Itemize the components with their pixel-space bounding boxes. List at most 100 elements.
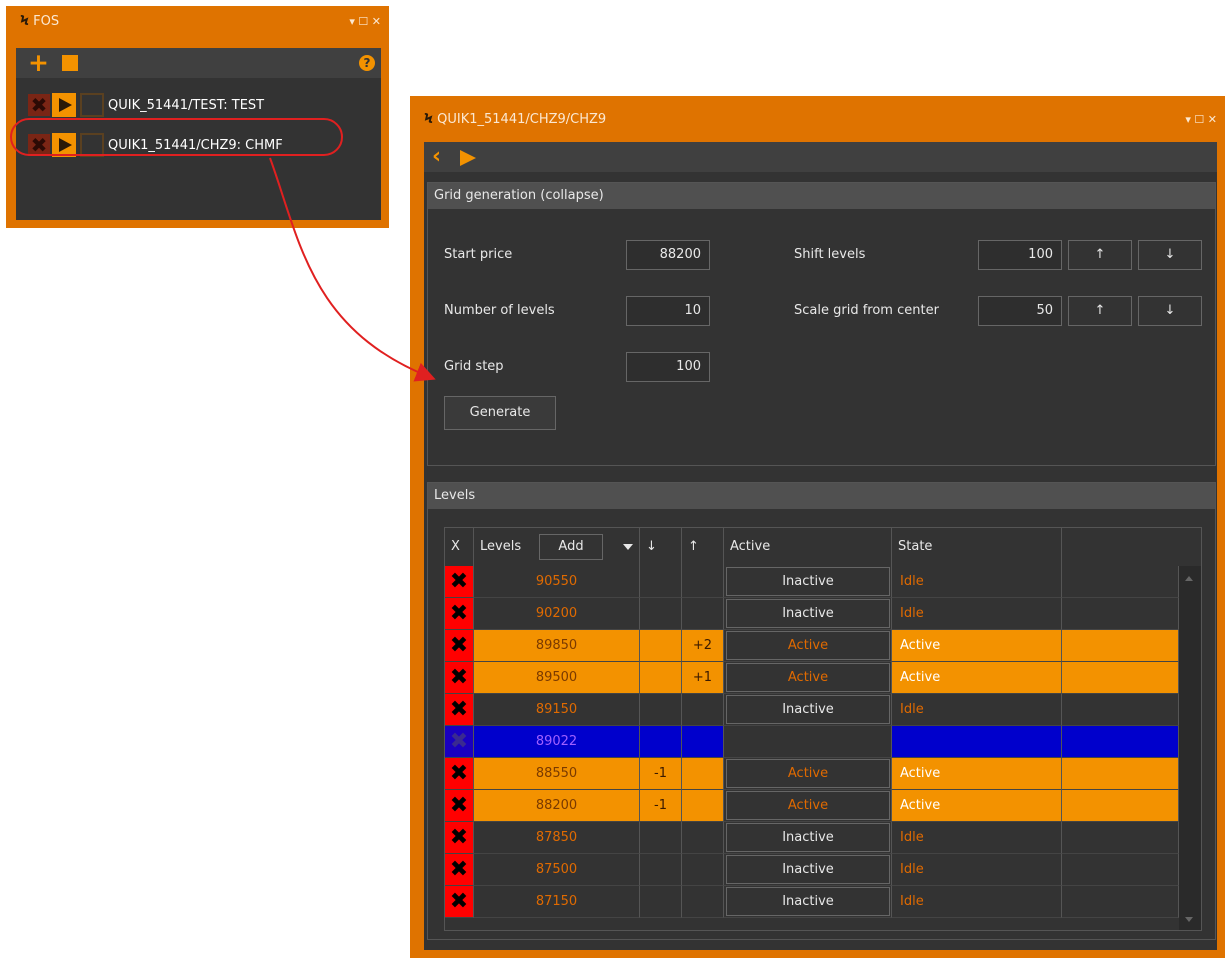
window-controls[interactable]: ▾ ☐ ✕ (1185, 113, 1217, 126)
scroll-up-icon[interactable] (1185, 576, 1193, 581)
level-price[interactable]: 88550 (474, 758, 640, 790)
toggle-active-button[interactable]: Inactive (726, 855, 890, 884)
delete-level-icon[interactable]: ✖ (445, 886, 474, 918)
shift-up-button[interactable]: ↑ (1068, 240, 1132, 270)
chevron-left-icon[interactable]: ‹ (432, 145, 441, 169)
level-state: Idle (892, 822, 1062, 854)
level-price[interactable]: 87150 (474, 886, 640, 918)
level-state: Idle (892, 598, 1062, 630)
toggle-active-button[interactable]: Inactive (726, 887, 890, 916)
level-price[interactable]: 89500 (474, 662, 640, 694)
toggle-active-button[interactable]: Inactive (726, 823, 890, 852)
table-row[interactable]: ✖ 87150 Inactive Idle (445, 886, 1179, 918)
toggle-active-button[interactable]: Active (726, 791, 890, 820)
start-price-label: Start price (444, 247, 513, 262)
table-row[interactable]: ✖ 89022 (445, 726, 1179, 758)
level-up-offset (682, 758, 724, 790)
help-icon[interactable]: ? (359, 55, 375, 71)
levels-header[interactable]: Levels (428, 483, 1215, 509)
level-extra (1062, 694, 1179, 726)
level-extra (1062, 662, 1179, 694)
table-row[interactable]: ✖ 89150 Inactive Idle (445, 694, 1179, 726)
chevron-down-icon[interactable] (623, 544, 633, 550)
level-price[interactable]: 90550 (474, 566, 640, 598)
scroll-down-icon[interactable] (1185, 917, 1193, 922)
delete-level-icon[interactable]: ✖ (445, 694, 474, 726)
level-price[interactable]: 88200 (474, 790, 640, 822)
level-state: Idle (892, 566, 1062, 598)
strategy-window-title: QUIK1_51441/CHZ9/CHZ9 (437, 111, 607, 127)
level-down-offset (640, 854, 682, 886)
level-price[interactable]: 89150 (474, 694, 640, 726)
toggle-active-button[interactable]: Active (726, 663, 890, 692)
toggle-active-button[interactable]: Active (726, 631, 890, 660)
level-price[interactable]: 89022 (474, 726, 640, 758)
level-active-cell (724, 726, 892, 758)
selected-strategy-highlight (10, 118, 343, 156)
stop-icon[interactable] (62, 55, 78, 71)
level-active-cell: Inactive (724, 854, 892, 886)
scale-down-button[interactable]: ↓ (1138, 296, 1202, 326)
window-controls[interactable]: ▾ ☐ ✕ (349, 15, 381, 28)
strategy-title-bar[interactable]: Ϟ QUIK1_51441/CHZ9/CHZ9 ▾ ☐ ✕ (410, 96, 1225, 142)
grid-generation-header[interactable]: Grid generation (collapse) (428, 183, 1215, 209)
delete-level-icon[interactable]: ✖ (445, 566, 474, 598)
table-row[interactable]: ✖ 90200 Inactive Idle (445, 598, 1179, 630)
add-level-button[interactable]: Add (539, 534, 603, 560)
col-active[interactable]: Active (724, 528, 892, 566)
toggle-active-button[interactable]: Inactive (726, 567, 890, 596)
col-up[interactable]: ↑ (682, 528, 724, 566)
generate-button[interactable]: Generate (444, 396, 556, 430)
shift-levels-input[interactable]: 100 (978, 240, 1062, 270)
delete-level-icon[interactable]: ✖ (445, 598, 474, 630)
delete-level-icon[interactable]: ✖ (445, 758, 474, 790)
table-row[interactable]: ✖ 88550 -1 Active Active (445, 758, 1179, 790)
grid-generation-panel: Grid generation (collapse) Start price 8… (427, 182, 1216, 466)
levels-table: X Levels Add ↓ ↑ Active State ✖ 90550 Inac… (444, 527, 1202, 931)
delete-level-icon[interactable]: ✖ (445, 726, 474, 758)
level-price[interactable]: 90200 (474, 598, 640, 630)
scale-up-button[interactable]: ↑ (1068, 296, 1132, 326)
delete-level-icon[interactable]: ✖ (445, 854, 474, 886)
strategy-row[interactable]: ✖ QUIK_51441/TEST: TEST (28, 92, 264, 118)
level-extra (1062, 854, 1179, 886)
shift-down-button[interactable]: ↓ (1138, 240, 1202, 270)
table-row[interactable]: ✖ 87500 Inactive Idle (445, 854, 1179, 886)
delete-level-icon[interactable]: ✖ (445, 662, 474, 694)
level-active-cell: Active (724, 758, 892, 790)
levels-scrollbar[interactable] (1179, 566, 1201, 930)
toggle-active-button[interactable]: Inactive (726, 695, 890, 724)
table-row[interactable]: ✖ 88200 -1 Active Active (445, 790, 1179, 822)
level-state: Idle (892, 694, 1062, 726)
delete-level-icon[interactable]: ✖ (445, 822, 474, 854)
level-up-offset (682, 854, 724, 886)
table-row[interactable]: ✖ 89500 +1 Active Active (445, 662, 1179, 694)
level-state: Idle (892, 854, 1062, 886)
level-price[interactable]: 87850 (474, 822, 640, 854)
table-row[interactable]: ✖ 90550 Inactive Idle (445, 566, 1179, 598)
strategy-checkbox[interactable] (80, 93, 104, 117)
col-delete[interactable]: X (445, 528, 474, 566)
number-of-levels-input[interactable]: 10 (626, 296, 710, 326)
level-down-offset: -1 (640, 790, 682, 822)
grid-step-input[interactable]: 100 (626, 352, 710, 382)
strategy-icon: Ϟ (424, 111, 433, 127)
table-row[interactable]: ✖ 89850 +2 Active Active (445, 630, 1179, 662)
level-price[interactable]: 87500 (474, 854, 640, 886)
delete-level-icon[interactable]: ✖ (445, 790, 474, 822)
fos-title-bar[interactable]: Ϟ FOS ▾ ☐ ✕ (6, 6, 389, 36)
table-row[interactable]: ✖ 87850 Inactive Idle (445, 822, 1179, 854)
toggle-active-button[interactable]: Inactive (726, 599, 890, 628)
col-state[interactable]: State (892, 528, 1062, 566)
col-down[interactable]: ↓ (640, 528, 682, 566)
level-price[interactable]: 89850 (474, 630, 640, 662)
plus-icon[interactable]: + (28, 50, 49, 76)
delete-level-icon[interactable]: ✖ (445, 630, 474, 662)
play-icon[interactable] (460, 150, 476, 166)
delete-strategy-icon[interactable]: ✖ (28, 94, 50, 116)
scale-grid-input[interactable]: 50 (978, 296, 1062, 326)
start-price-input[interactable]: 88200 (626, 240, 710, 270)
level-extra (1062, 886, 1179, 918)
toggle-active-button[interactable]: Active (726, 759, 890, 788)
play-icon[interactable] (52, 93, 76, 117)
